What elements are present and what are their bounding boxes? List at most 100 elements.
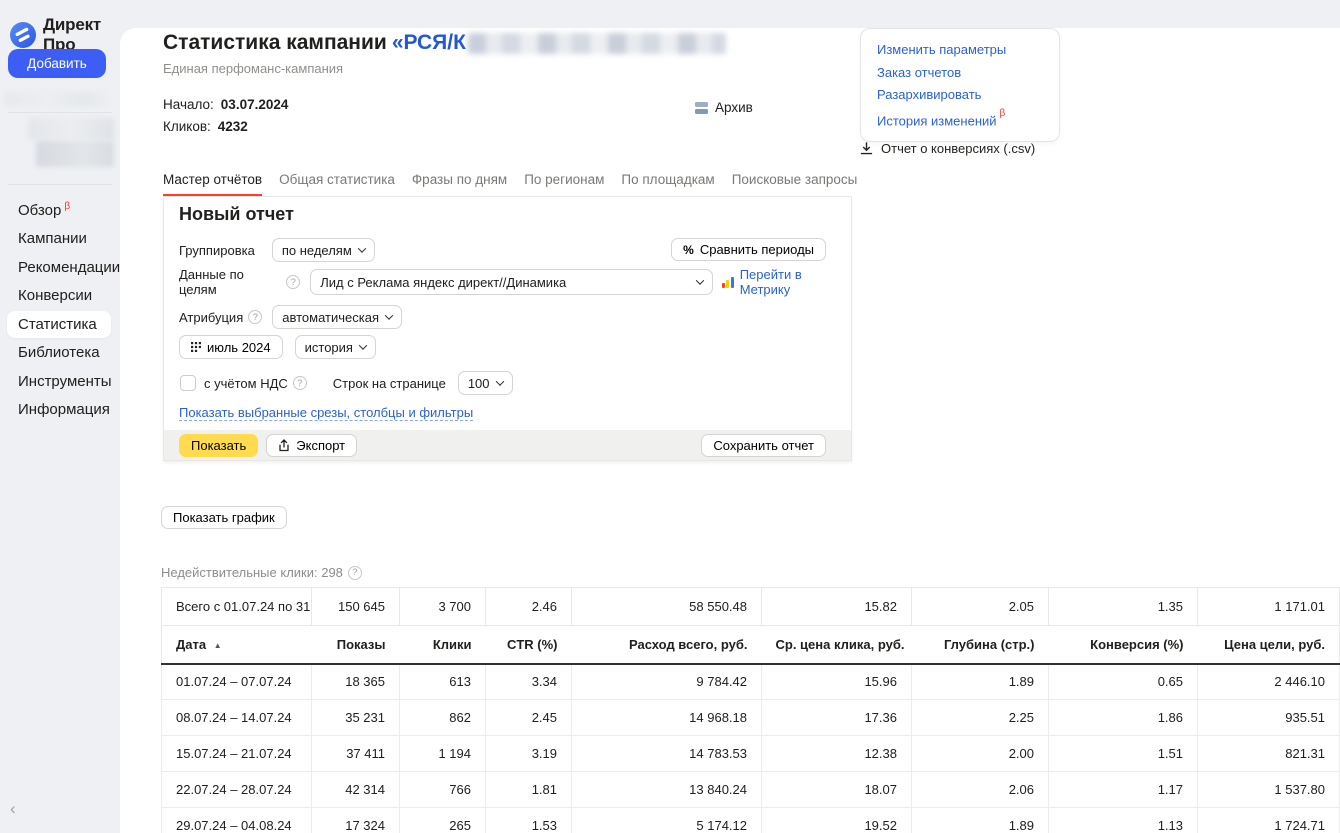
calendar-grid-icon [191, 342, 201, 352]
metrika-link-group: Перейти в Метрику [722, 267, 851, 297]
form-title: Новый отчет [179, 204, 294, 225]
goals-select[interactable]: Лид с Реклама яндекс директ//Динамика [310, 269, 712, 295]
sidebar-item-conversions[interactable]: Конверсии [0, 282, 120, 311]
vat-checkbox[interactable] [180, 375, 196, 391]
grouping-select[interactable]: по неделям [272, 238, 375, 262]
form-footer: Показать Экспорт Сохранить отчет [164, 430, 851, 460]
rows-per-page-label: Строк на странице [333, 376, 446, 391]
table-row: 01.07.24 – 07.07.24 18 365 613 3.34 9 78… [162, 664, 1340, 700]
help-icon[interactable]: ? [286, 275, 300, 289]
summary-row: Всего с 01.07.24 по 31.07.24 150 645 3 7… [162, 588, 1340, 626]
attribution-row: Атрибуция ? автоматическая [179, 305, 851, 329]
sort-asc-icon: ▲ [214, 641, 222, 650]
conversions-report-csv-link[interactable]: Отчет о конверсиях (.csv) [860, 141, 1035, 156]
page-title: Статистика кампании «РСЯ/К [163, 31, 726, 55]
tab-search-queries[interactable]: Поисковые запросы [732, 172, 858, 197]
column-goal-cost[interactable]: Цена цели, руб. [1198, 626, 1340, 664]
invalid-clicks-note: Недействительные клики: 298 ? [161, 565, 362, 580]
report-tabs: Мастер отчётов Общая статистика Фразы по… [163, 172, 857, 197]
column-depth[interactable]: Глубина (стр.) [912, 626, 1049, 664]
column-ctr[interactable]: CTR (%) [486, 626, 572, 664]
goals-row: Данные по целям ? Лид с Реклама яндекс д… [179, 269, 851, 295]
goals-label: Данные по целям [179, 267, 281, 297]
column-impressions[interactable]: Показы [312, 626, 400, 664]
compare-periods-button[interactable]: % Сравнить периоды [671, 238, 826, 261]
sidebar-collapse-icon[interactable]: ‹ [10, 799, 16, 819]
history-select[interactable]: история [295, 335, 376, 359]
chevron-down-icon [385, 311, 393, 319]
edit-parameters-link[interactable]: Изменить параметры [877, 39, 1043, 62]
save-report-button[interactable]: Сохранить отчет [701, 434, 826, 457]
campaign-type-subtitle: Единая перфоманс-кампания [163, 61, 343, 76]
grouping-label: Группировка [179, 243, 255, 258]
table-row: 22.07.24 – 28.07.24 42 314 766 1.81 13 8… [162, 772, 1340, 808]
period-row: июль 2024 история [179, 335, 851, 359]
archive-icon [695, 102, 708, 114]
column-date[interactable]: Дата ▲ [162, 626, 312, 664]
chevron-down-icon [695, 276, 703, 284]
main-content: Статистика кампании «РСЯ/К Единая перфом… [120, 28, 1340, 833]
statistics-table: Всего с 01.07.24 по 31.07.24 150 645 3 7… [161, 587, 1340, 833]
attribution-label: Атрибуция [179, 310, 243, 325]
sidebar-item-recommendations[interactable]: Рекомендации 2 [0, 253, 120, 282]
sidebar-item-library[interactable]: Библиотека [0, 339, 120, 368]
redacted-user-block [28, 118, 114, 140]
sidebar: Директ Про Добавить Обзор β Кампании Рек… [0, 0, 120, 833]
sidebar-divider [8, 112, 112, 113]
column-conversion[interactable]: Конверсия (%) [1049, 626, 1198, 664]
clicks-value: 4232 [218, 119, 248, 134]
archive-label: Архив [715, 100, 753, 115]
unarchive-link[interactable]: Разархивировать [877, 84, 1043, 107]
column-total-cost[interactable]: Расход всего, руб. [572, 626, 762, 664]
column-clicks[interactable]: Клики [400, 626, 486, 664]
metrika-icon [722, 277, 734, 288]
table-header-row: Дата ▲ Показы Клики CTR (%) Расход всего… [162, 626, 1340, 664]
export-button[interactable]: Экспорт [266, 434, 357, 457]
show-button[interactable]: Показать [179, 434, 258, 457]
tab-report-wizard[interactable]: Мастер отчётов [163, 172, 262, 197]
change-history-link[interactable]: История измененийβ [877, 107, 1043, 133]
chevron-down-icon [495, 377, 503, 385]
help-icon[interactable]: ? [348, 566, 362, 580]
attribution-select[interactable]: автоматическая [272, 305, 402, 329]
tab-by-regions[interactable]: По регионам [524, 172, 604, 197]
go-to-metrika-link[interactable]: Перейти в Метрику [740, 267, 851, 297]
slices-row: Показать выбранные срезы, столбцы и филь… [179, 403, 473, 423]
redacted-campaign-name [468, 33, 726, 54]
redacted-user-block-2 [36, 141, 114, 167]
vat-label: с учётом НДС [204, 376, 288, 391]
sidebar-item-statistics[interactable]: Статистика [0, 310, 120, 339]
chevron-down-icon [359, 341, 367, 349]
order-reports-link[interactable]: Заказ отчетов [877, 62, 1043, 85]
period-picker-button[interactable]: июль 2024 [179, 335, 283, 359]
direct-pro-statistics-page: Директ Про Добавить Обзор β Кампании Рек… [0, 0, 1340, 833]
tab-phrases-by-day[interactable]: Фразы по дням [412, 172, 507, 197]
show-slices-columns-filters-link[interactable]: Показать выбранные срезы, столбцы и филь… [179, 405, 473, 421]
new-report-form: Новый отчет Группировка по неделям % Сра… [163, 196, 852, 461]
tab-by-placements[interactable]: По площадкам [621, 172, 714, 197]
export-icon [278, 439, 290, 452]
table-row: 29.07.24 – 04.08.24 17 324 265 1.53 5 17… [162, 808, 1340, 833]
sidebar-item-tools[interactable]: Инструменты [0, 367, 120, 396]
sidebar-item-overview[interactable]: Обзор β [0, 196, 120, 225]
help-icon[interactable]: ? [248, 310, 262, 324]
direct-pro-logo-icon [10, 22, 36, 48]
rows-per-page-select[interactable]: 100 [458, 371, 513, 395]
tab-general-statistics[interactable]: Общая статистика [279, 172, 395, 197]
show-chart-button[interactable]: Показать график [161, 506, 287, 529]
column-avg-cpc[interactable]: Ср. цена клика, руб. [762, 626, 912, 664]
sidebar-divider [8, 184, 112, 185]
campaign-actions-menu: Изменить параметры Заказ отчетов Разархи… [860, 28, 1060, 142]
redacted-account-info [4, 92, 114, 107]
title-prefix: Статистика кампании [163, 31, 387, 55]
help-icon[interactable]: ? [293, 376, 307, 390]
start-date-row: Начало:03.07.2024 [163, 94, 288, 116]
vat-rows-row: с учётом НДС ? Строк на странице 100 [180, 371, 851, 395]
table-row: 08.07.24 – 14.07.24 35 231 862 2.45 14 9… [162, 700, 1340, 736]
sidebar-item-information[interactable]: Информация [0, 396, 120, 425]
sidebar-item-campaigns[interactable]: Кампании [0, 225, 120, 254]
beta-badge: β [64, 201, 70, 212]
add-button[interactable]: Добавить [8, 49, 106, 78]
campaign-meta: Начало:03.07.2024 Кликов:4232 [163, 94, 288, 138]
archive-status[interactable]: Архив [695, 100, 753, 115]
